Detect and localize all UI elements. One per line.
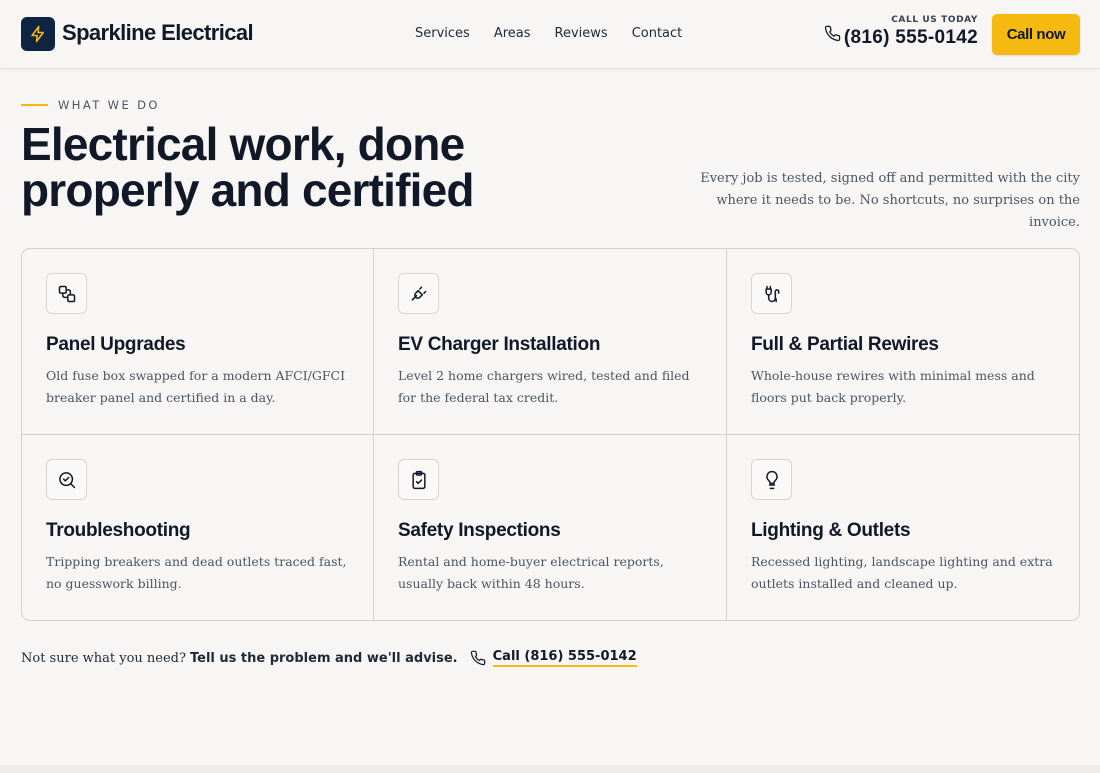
phone-icon	[470, 650, 486, 666]
advice-prompt: Not sure what you need?	[21, 650, 186, 666]
service-card-troubleshooting[interactable]: Troubleshooting Tripping breakers and de…	[22, 435, 374, 620]
service-description: Tripping breakers and dead outlets trace…	[46, 554, 347, 591]
service-title: EV Charger Installation	[398, 334, 601, 355]
logo-badge[interactable]	[21, 17, 55, 51]
service-description: Old fuse box swapped for a modern AFCI/G…	[46, 368, 346, 405]
service-description: Rental and home-buyer electrical reports…	[398, 554, 664, 591]
lightbulb-icon	[751, 459, 792, 500]
brand-name[interactable]: Sparkline Electrical	[62, 19, 254, 47]
advice-line: Not sure what you need? Tell us the prob…	[21, 649, 637, 667]
service-description: Recessed lighting, landscape lighting an…	[751, 554, 1053, 591]
service-title: Full & Partial Rewires	[751, 334, 939, 355]
advice-strong: Tell us the problem and we'll advise.	[189, 650, 458, 666]
eyebrow-accent-line	[21, 104, 48, 106]
main-nav: Services Areas Reviews Contact	[415, 25, 682, 43]
lightning-bolt-icon	[31, 25, 44, 43]
nav-reviews[interactable]: Reviews	[555, 25, 608, 43]
section-heading: Electrical work, done properly and certi…	[21, 118, 475, 216]
cable-icon	[751, 273, 792, 314]
service-card-ev-charger[interactable]: EV Charger Installation Level 2 home cha…	[374, 249, 727, 435]
phone-icon	[824, 25, 841, 47]
services-grid: Panel Upgrades Old fuse box swapped for …	[21, 248, 1080, 621]
search-check-icon	[46, 459, 87, 500]
service-description: Level 2 home chargers wired, tested and …	[398, 368, 690, 405]
call-label: CALL US TODAY	[891, 15, 978, 25]
call-phone-link[interactable]: Call (816) 555-0142	[492, 649, 637, 667]
nav-contact[interactable]: Contact	[632, 25, 683, 43]
section-eyebrow: WHAT WE DO	[58, 98, 160, 112]
plug-icon	[398, 273, 439, 314]
service-title: Safety Inspections	[398, 520, 561, 541]
service-card-lighting[interactable]: Lighting & Outlets Recessed lighting, la…	[727, 435, 1079, 620]
section-intro: Every job is tested, signed off and perm…	[700, 171, 1080, 230]
bottom-divider	[0, 765, 1100, 773]
service-card-safety-inspections[interactable]: Safety Inspections Rental and home-buyer…	[374, 435, 727, 620]
panel-icon	[46, 273, 87, 314]
service-title: Panel Upgrades	[46, 334, 186, 355]
service-title: Troubleshooting	[46, 520, 191, 541]
call-now-button[interactable]: Call now	[992, 14, 1080, 55]
nav-services[interactable]: Services	[415, 25, 470, 43]
service-description: Whole-house rewires with minimal mess an…	[751, 368, 1035, 405]
site-header: Sparkline Electrical Services Areas Revi…	[0, 0, 1100, 69]
nav-areas[interactable]: Areas	[494, 25, 531, 43]
service-card-rewires[interactable]: Full & Partial Rewires Whole-house rewir…	[727, 249, 1079, 435]
service-title: Lighting & Outlets	[751, 520, 911, 541]
service-card-panel-upgrades[interactable]: Panel Upgrades Old fuse box swapped for …	[22, 249, 374, 435]
header-phone-number[interactable]: (816) 555-0142	[844, 27, 978, 49]
clipboard-check-icon	[398, 459, 439, 500]
